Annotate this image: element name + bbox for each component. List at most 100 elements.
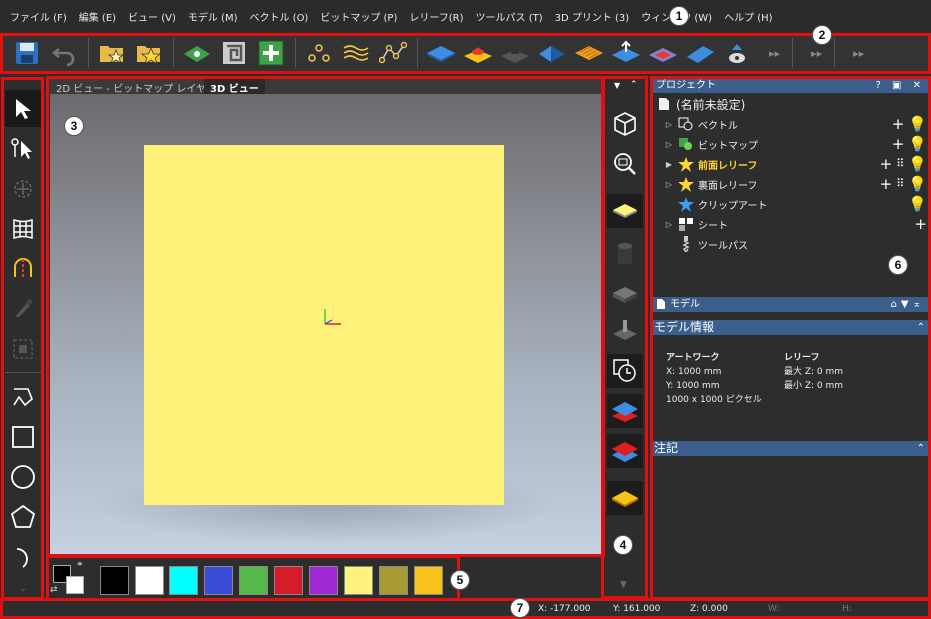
swap-colors-icon[interactable]: ⇄	[50, 585, 58, 595]
warp-tool[interactable]	[5, 210, 41, 247]
select-tool[interactable]	[5, 90, 41, 127]
undo-button[interactable]	[49, 38, 79, 68]
tree-item[interactable]: クリップアート 💡	[652, 194, 929, 214]
iso-view-button[interactable]	[607, 107, 643, 141]
secondary-color-swatch[interactable]	[66, 576, 84, 594]
save-button[interactable]	[12, 38, 42, 68]
add-icon[interactable]: +	[880, 156, 893, 172]
scroll-down-icon[interactable]: ▼	[620, 580, 627, 590]
knife-tool[interactable]	[5, 290, 41, 327]
color-swatch[interactable]	[169, 566, 198, 595]
menu-vector[interactable]: ベクトル (O)	[249, 9, 308, 24]
panel-controls[interactable]: ? ▣ ✕	[876, 78, 926, 93]
panel-controls[interactable]: ⌂▼⌅	[891, 297, 925, 312]
color-swatch[interactable]	[274, 566, 303, 595]
lightbulb-icon[interactable]: 💡	[908, 196, 927, 212]
ellipse-tool[interactable]	[5, 458, 41, 495]
create-layer-button[interactable]	[182, 38, 212, 68]
menu-view[interactable]: ビュー (V)	[128, 9, 176, 24]
show-material-button[interactable]	[607, 238, 643, 272]
tree-item[interactable]: ▷ ビットマップ + 💡	[652, 134, 929, 154]
menu-help[interactable]: ヘルプ (H)	[724, 9, 773, 24]
add-icon[interactable]: +	[880, 176, 893, 192]
smooth-vectors-button[interactable]	[341, 38, 371, 68]
rectangle-tool[interactable]	[5, 418, 41, 455]
color-swatch[interactable]	[239, 566, 268, 595]
add-icon[interactable]: +	[892, 116, 905, 132]
relief-extrude-button[interactable]	[500, 38, 530, 68]
relief-raise-button[interactable]	[611, 38, 641, 68]
relief-shape-button[interactable]	[537, 38, 567, 68]
toolbar-overflow-icon[interactable]: ▸▸	[811, 47, 822, 60]
relief-slope-button[interactable]	[685, 38, 715, 68]
polyline-button[interactable]	[378, 38, 408, 68]
menu-bitmap[interactable]: ビットマップ (P)	[320, 9, 397, 24]
tree-item[interactable]: ▶ 前面レリーフ + ⠿ 💡	[652, 154, 929, 174]
color-swatch[interactable]	[135, 566, 164, 595]
lightbulb-outline-icon[interactable]: 💡	[908, 116, 927, 132]
bitmap-select-tool[interactable]	[5, 330, 41, 367]
polyline-tool[interactable]	[5, 378, 41, 415]
node-select-tool[interactable]	[5, 130, 41, 167]
relief-merge-button[interactable]	[648, 38, 678, 68]
collapse-down-icon[interactable]: ▼	[614, 81, 620, 90]
tree-item[interactable]: ▷ シート +	[652, 214, 929, 234]
menu-relief[interactable]: レリーフ(R)	[409, 9, 463, 24]
show-relief-button[interactable]	[607, 194, 643, 228]
grid-icon[interactable]: ⠿	[896, 156, 904, 172]
yellow-layer-button[interactable]	[607, 481, 643, 515]
add-icon[interactable]: +	[914, 216, 927, 232]
collapse-caret-icon[interactable]: ⌃	[917, 320, 925, 335]
tree-root[interactable]: (名前未設定)	[652, 94, 929, 114]
relief-dome-button[interactable]	[463, 38, 493, 68]
menu-toolpath[interactable]: ツールパス (T)	[476, 9, 543, 24]
expand-arrow-icon[interactable]: ▷	[664, 220, 674, 229]
tab-2d-bitmap[interactable]: 2D ビュー - ビットマップ レイヤー	[50, 78, 222, 95]
save-favorites-button[interactable]	[134, 38, 164, 68]
lightbulb-icon[interactable]: 💡	[908, 156, 927, 172]
show-block-button[interactable]	[607, 278, 643, 312]
color-swatch[interactable]	[414, 566, 443, 595]
grid-icon[interactable]: ⠿	[896, 176, 904, 192]
color-swatch[interactable]	[309, 566, 338, 595]
menu-edit[interactable]: 編集 (E)	[79, 9, 116, 24]
color-swatch[interactable]	[344, 566, 373, 595]
relief-plane-button[interactable]	[426, 38, 456, 68]
open-favorites-button[interactable]	[97, 38, 127, 68]
tree-item[interactable]: ▷ ベクトル + 💡	[652, 114, 929, 134]
layer-blue-button[interactable]	[607, 394, 643, 428]
expand-arrow-icon[interactable]: ▶	[664, 160, 674, 169]
tree-item[interactable]: ▷ 裏面レリーフ + ⠿ 💡	[652, 174, 929, 194]
mirror-tool[interactable]	[5, 250, 41, 287]
color-swatch[interactable]	[379, 566, 408, 595]
collapse-caret-icon[interactable]: ⌃	[917, 441, 925, 456]
toolbox-more[interactable]: ⌄	[5, 578, 41, 598]
model-info-section[interactable]: モデル情報 ⌃	[652, 320, 929, 335]
lightbulb-icon[interactable]: 💡	[908, 176, 927, 192]
relief-texture-button[interactable]	[574, 38, 604, 68]
lightbulb-icon[interactable]: 💡	[908, 136, 927, 152]
notes-section[interactable]: 注記 ⌃	[652, 441, 929, 456]
rotate-tool[interactable]	[5, 170, 41, 207]
add-icon[interactable]: +	[892, 136, 905, 152]
expand-arrow-icon[interactable]: ▷	[664, 120, 674, 129]
show-toolpath-button[interactable]	[607, 314, 643, 348]
node-editing-button[interactable]	[304, 38, 334, 68]
arc-tool[interactable]	[5, 538, 41, 575]
3d-viewport[interactable]	[50, 94, 602, 555]
color-swatch[interactable]	[100, 566, 129, 595]
collapse-up-icon[interactable]: ⌃	[630, 80, 638, 90]
menu-3d-print[interactable]: 3D プリント (3)	[555, 9, 630, 24]
add-button[interactable]	[256, 38, 286, 68]
menu-model[interactable]: モデル (M)	[188, 9, 238, 24]
tab-3d-view[interactable]: 3D ビュー	[204, 78, 265, 95]
maze-tool-button[interactable]	[219, 38, 249, 68]
toolbar-overflow-icon[interactable]: ▸▸	[769, 47, 780, 60]
zoom-fit-button[interactable]	[607, 147, 643, 181]
relief-tool-button[interactable]	[722, 38, 752, 68]
polygon-tool[interactable]	[5, 498, 41, 535]
link-colors-icon[interactable]: ⚭	[76, 560, 84, 570]
expand-arrow-icon[interactable]: ▷	[664, 180, 674, 189]
layer-red-button[interactable]	[607, 434, 643, 468]
menu-file[interactable]: ファイル (F)	[10, 9, 67, 24]
